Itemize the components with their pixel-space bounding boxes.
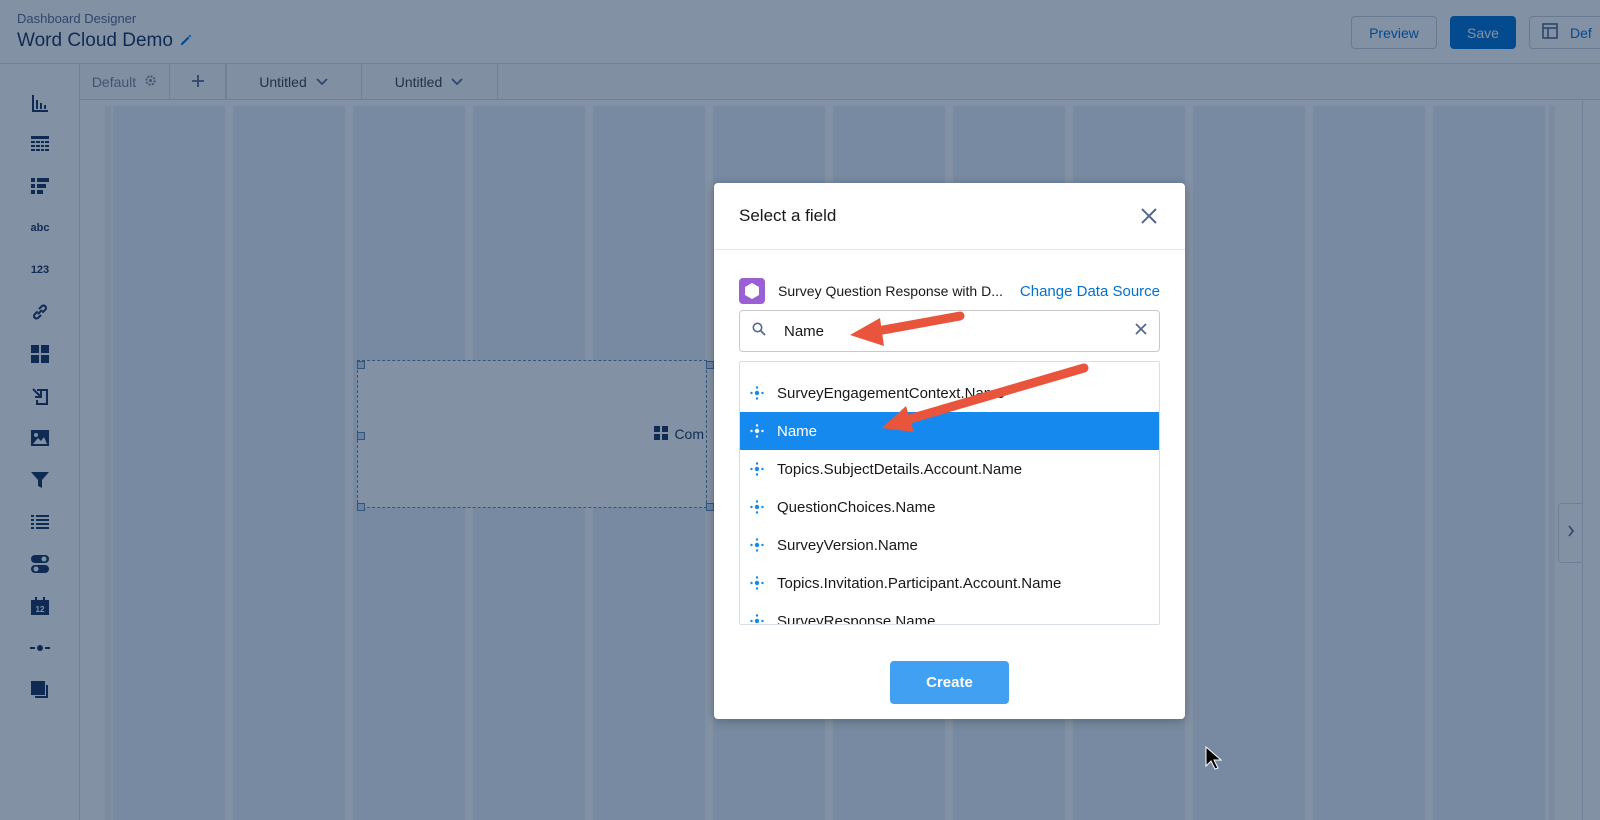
field-option[interactable]: SurveyResponse.Name (740, 602, 1159, 625)
select-field-modal: Select a field Survey Question Response … (714, 183, 1185, 719)
field-option-label: Name (777, 422, 818, 440)
field-option-label: SurveyEngagementContext.Name (777, 384, 1005, 402)
field-option[interactable]: SurveyEngagementContext.Name (740, 374, 1159, 412)
dimension-icon (750, 500, 764, 514)
field-option[interactable]: Topics.Invitation.Participant.Account.Na… (740, 564, 1159, 602)
field-option-label: Topics.SubjectDetails.Account.Name (777, 460, 1023, 478)
dimension-icon (750, 386, 764, 400)
dimension-icon (750, 576, 764, 590)
datasource-name: Survey Question Response with D... (778, 283, 1003, 299)
search-input[interactable]: Name (784, 323, 1135, 340)
field-list: SurveyEngagementContext.Name Name Topics… (739, 361, 1160, 625)
dimension-icon (750, 614, 764, 624)
field-option-label: SurveyVersion.Name (777, 536, 918, 554)
field-option-label: Topics.Invitation.Participant.Account.Na… (777, 574, 1062, 592)
modal-header: Select a field (714, 183, 1185, 250)
clear-search-icon[interactable] (1135, 322, 1147, 340)
field-option[interactable]: SurveyVersion.Name (740, 526, 1159, 564)
field-option-selected[interactable]: Name (740, 412, 1159, 450)
dimension-icon (750, 538, 764, 552)
change-datasource-link[interactable]: Change Data Source (1020, 283, 1160, 300)
close-icon[interactable] (1138, 205, 1160, 227)
field-option-label: QuestionChoices.Name (777, 498, 936, 516)
modal-title: Select a field (739, 206, 837, 225)
dimension-icon (750, 424, 764, 438)
create-button[interactable]: Create (890, 661, 1009, 704)
datasource-row: Survey Question Response with D... Chang… (739, 278, 1160, 304)
field-option[interactable]: QuestionChoices.Name (740, 488, 1159, 526)
field-option[interactable]: Topics.SubjectDetails.Account.Name (740, 450, 1159, 488)
search-icon (752, 322, 766, 341)
dimension-icon (750, 462, 764, 476)
dataset-icon (739, 278, 765, 304)
field-option-label: SurveyResponse.Name (777, 612, 936, 625)
field-search[interactable]: Name (739, 310, 1160, 352)
